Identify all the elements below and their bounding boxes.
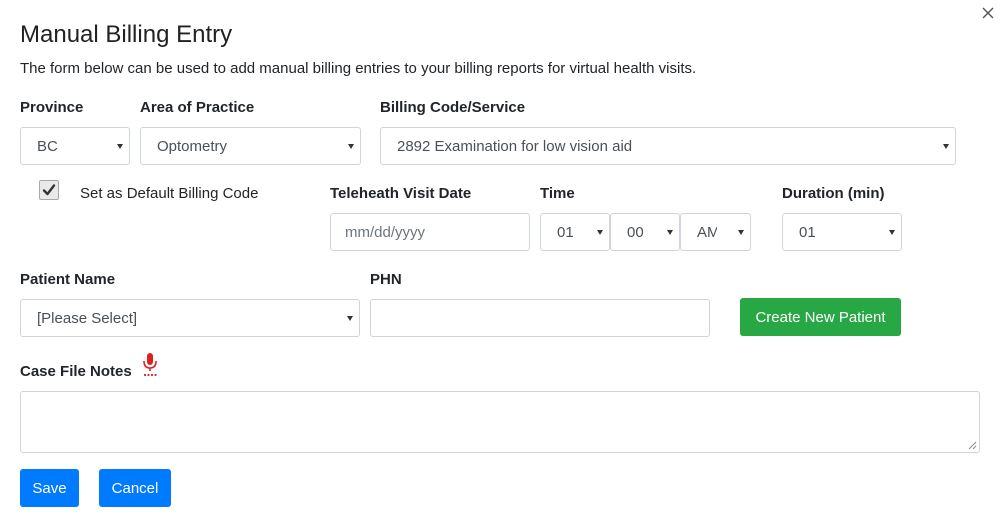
- visit-date-placeholder: mm/dd/yyyy: [345, 223, 426, 241]
- time-hour-value: 01: [557, 223, 574, 241]
- duration-value: 01: [799, 223, 816, 241]
- phn-label: PHN: [370, 271, 402, 288]
- chevron-down-icon: [117, 144, 123, 149]
- chevron-down-icon: [667, 230, 673, 235]
- province-label: Province: [20, 99, 84, 116]
- area-of-practice-label: Area of Practice: [140, 99, 255, 116]
- billing-code-select[interactable]: 2892 Examination for low vision aid: [380, 127, 956, 165]
- checkmark-icon: [42, 184, 56, 196]
- resize-handle-icon[interactable]: [967, 440, 977, 450]
- visit-date-input[interactable]: mm/dd/yyyy: [330, 213, 530, 251]
- duration-label: Duration (min): [782, 185, 885, 202]
- duration-select[interactable]: 01: [782, 213, 902, 251]
- chevron-down-icon: [889, 230, 895, 235]
- patient-name-label: Patient Name: [20, 271, 116, 288]
- visit-date-label: Teleheath Visit Date: [330, 185, 472, 202]
- case-file-notes-textarea[interactable]: [20, 391, 980, 453]
- area-of-practice-value: Optometry: [157, 137, 228, 155]
- billing-code-value: 2892 Examination for low vision aid: [397, 137, 633, 155]
- modal-title: Manual Billing Entry: [20, 21, 233, 48]
- chevron-down-icon: [943, 144, 949, 149]
- time-ampm-select[interactable]: AM: [680, 213, 751, 251]
- patient-name-select[interactable]: [Please Select]: [20, 299, 360, 337]
- save-button[interactable]: Save: [20, 469, 79, 507]
- cancel-button[interactable]: Cancel: [99, 469, 171, 507]
- province-select[interactable]: BC: [20, 127, 130, 165]
- time-hour-select[interactable]: 01: [540, 213, 610, 251]
- time-minute-select[interactable]: 00: [610, 213, 680, 251]
- area-of-practice-select[interactable]: Optometry: [140, 127, 361, 165]
- billing-code-label: Billing Code/Service: [380, 99, 526, 116]
- chevron-down-icon: [348, 144, 354, 149]
- chevron-down-icon: [347, 316, 353, 321]
- chevron-down-icon: [738, 230, 744, 235]
- case-file-notes-label: Case File Notes: [20, 363, 132, 380]
- manual-billing-modal: Manual Billing Entry The form below can …: [0, 0, 1000, 530]
- close-icon[interactable]: [978, 2, 998, 22]
- default-billing-label: Set as Default Billing Code: [80, 185, 259, 202]
- province-value: BC: [37, 137, 58, 155]
- create-new-patient-button[interactable]: Create New Patient: [740, 298, 901, 336]
- chevron-down-icon: [597, 230, 603, 235]
- modal-subtitle: The form below can be used to add manual…: [20, 60, 697, 77]
- time-ampm-value: AM: [697, 223, 717, 241]
- phn-input[interactable]: [370, 299, 710, 337]
- patient-name-value: [Please Select]: [37, 309, 138, 327]
- time-minute-value: 00: [627, 223, 644, 241]
- microphone-icon[interactable]: [140, 352, 160, 378]
- default-billing-checkbox[interactable]: [39, 180, 59, 200]
- time-label: Time: [540, 185, 575, 202]
